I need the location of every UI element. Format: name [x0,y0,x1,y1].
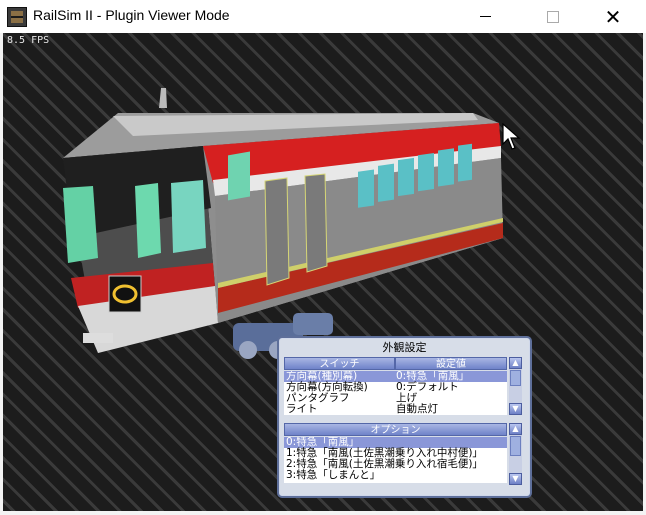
scroll-thumb[interactable] [510,436,521,456]
scroll-up-button[interactable]: ▲ [509,357,522,369]
title-bar: RailSim II - Plugin Viewer Mode ✕ [0,0,646,33]
minimize-button[interactable] [462,0,508,33]
scroll-up-button[interactable]: ▲ [509,423,522,435]
maximize-icon [547,10,559,23]
railsim-app-icon[interactable] [7,7,27,27]
switch-column-header[interactable]: スイッチ [284,357,395,370]
options-list[interactable]: 0:特急「南風」 1:特急「南風(土佐黒潮乗り入れ中村便)」 2:特急「南風(土… [284,437,507,483]
panel-title: 外観設定 [382,341,427,354]
mouse-cursor-icon [502,123,521,150]
scroll-down-button[interactable]: ▼ [509,403,522,415]
scroll-thumb[interactable] [510,370,521,386]
close-button[interactable]: ✕ [590,0,636,33]
minimize-icon [479,16,491,17]
plugin-viewport[interactable]: 8.5 FPS 外観設定 スイッチ 設定値 方向幕(種別幕) 0:特急「南風」 … [3,33,643,511]
close-icon: ✕ [604,4,622,29]
switch-row[interactable]: ライト 自動点灯 [284,404,507,415]
value-column-header[interactable]: 設定値 [395,357,507,370]
option-item[interactable]: 3:特急「しまんと」 [284,470,507,481]
options-header[interactable]: オプション [284,423,507,436]
option-label: 3:特急「しまんと」 [286,469,381,481]
switch-value: 自動点灯 [396,403,438,415]
scroll-down-button[interactable]: ▼ [509,473,522,485]
fps-counter: 8.5 FPS [7,35,50,46]
appearance-settings-panel: 外観設定 スイッチ 設定値 方向幕(種別幕) 0:特急「南風」 方向幕(方向転換… [277,336,532,498]
maximize-button[interactable] [530,0,576,33]
switch-name: ライト [286,403,318,415]
switch-scrollbar[interactable]: ▲ ▼ [509,357,522,415]
switch-list[interactable]: 方向幕(種別幕) 0:特急「南風」 方向幕(方向転換) 0:デフォルト パンタグ… [284,371,507,415]
window-title: RailSim II - Plugin Viewer Mode [33,7,230,23]
options-scrollbar[interactable]: ▲ ▼ [509,423,522,485]
